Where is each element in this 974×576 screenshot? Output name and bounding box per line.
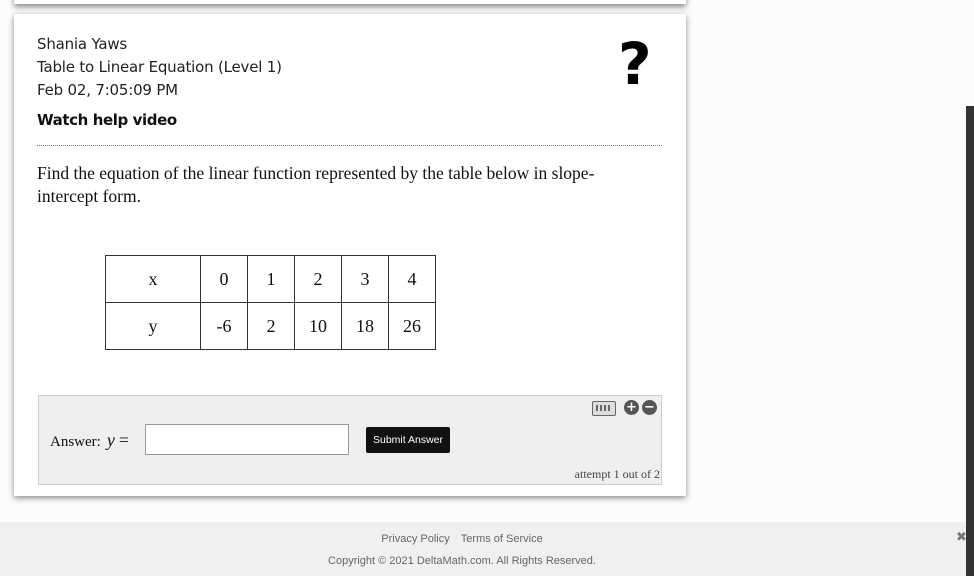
answer-panel: + − Answer: y = Submit Answer attempt 1 ou… <box>38 395 662 485</box>
table-cell: 26 <box>388 302 436 350</box>
answer-equals: = <box>118 430 129 450</box>
close-icon[interactable]: ✖ <box>956 530 967 545</box>
answer-label: Answer: y = <box>50 430 129 451</box>
table-header-x: x <box>105 255 201 303</box>
table-cell: 3 <box>341 255 389 303</box>
table-cell: 0 <box>200 255 248 303</box>
table-cell: 18 <box>341 302 389 350</box>
minus-icon[interactable]: − <box>642 400 657 415</box>
value-table: x 0 1 2 3 4 y -6 2 10 18 26 <box>105 255 436 350</box>
table-cell: 2 <box>294 255 342 303</box>
scrollbar[interactable] <box>966 106 974 576</box>
watch-help-video-link[interactable]: Watch help video <box>37 111 177 129</box>
footer-links: Privacy Policy Terms of Service <box>0 533 924 545</box>
timestamp: Feb 02, 7:05:09 PM <box>37 81 178 99</box>
table-cell: 1 <box>247 255 295 303</box>
privacy-policy-link[interactable]: Privacy Policy <box>381 533 449 545</box>
table-cell: 2 <box>247 302 295 350</box>
copyright-text: Copyright © 2021 DeltaMath.com. All Righ… <box>328 555 596 567</box>
help-question-icon[interactable]: ? <box>618 32 652 96</box>
problem-card: Shania Yaws Table to Linear Equation (Le… <box>14 14 686 496</box>
table-cell: 10 <box>294 302 342 350</box>
table-cell: 4 <box>388 255 436 303</box>
attempt-counter: attempt 1 out of 2 <box>574 467 660 481</box>
assignment-title: Table to Linear Equation (Level 1) <box>37 58 282 76</box>
keyboard-icon[interactable] <box>592 401 616 416</box>
answer-variable: y <box>106 430 115 450</box>
plus-icon[interactable]: + <box>624 400 639 415</box>
terms-of-service-link[interactable]: Terms of Service <box>461 533 543 545</box>
table-row-y: y -6 2 10 18 26 <box>105 302 436 350</box>
question-prompt: Find the equation of the linear function… <box>37 163 595 206</box>
student-name: Shania Yaws <box>37 35 128 53</box>
table-cell: -6 <box>200 302 248 350</box>
table-row-x: x 0 1 2 3 4 <box>105 255 436 303</box>
answer-input[interactable] <box>145 424 349 455</box>
divider <box>37 145 662 146</box>
answer-label-text: Answer: <box>50 434 101 450</box>
submit-answer-button[interactable]: Submit Answer <box>366 427 450 453</box>
previous-problem-card <box>14 0 686 4</box>
table-header-y: y <box>105 302 201 350</box>
